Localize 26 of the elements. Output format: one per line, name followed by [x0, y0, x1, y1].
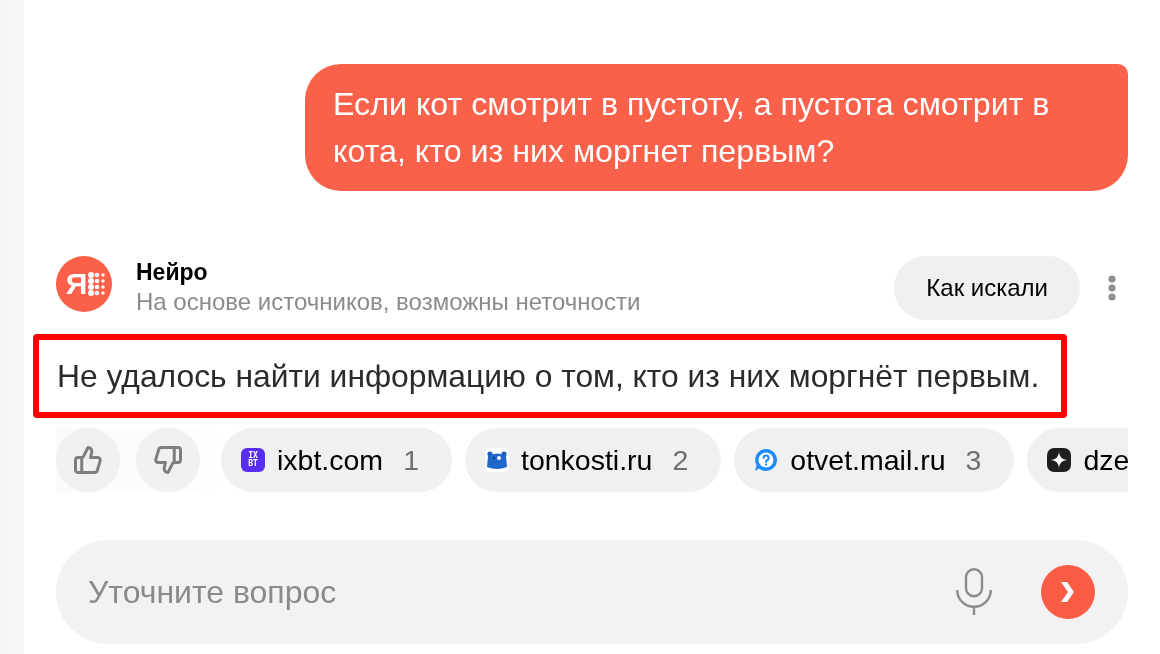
source-chip[interactable]: tonkosti.ru 2 — [465, 428, 722, 492]
source-chip[interactable]: otvet.mail.ru 3 — [734, 428, 1015, 492]
more-button[interactable] — [1106, 272, 1118, 304]
sparkle-icon — [1047, 448, 1072, 472]
question-field[interactable]: Уточните вопрос — [56, 540, 1128, 644]
bear-icon — [485, 448, 509, 472]
logo-letter: Я — [65, 269, 88, 299]
how-searched-button[interactable]: Как искали — [894, 256, 1080, 320]
microphone-icon — [956, 568, 992, 616]
thumbs-down-icon — [153, 445, 183, 475]
like-button[interactable] — [56, 428, 120, 492]
site-logo: IX BT — [241, 448, 265, 472]
user-message: Если кот смотрит в пустоту, а пустота смотрит в кота, кто из них моргнет первым? — [305, 64, 1128, 191]
author-name: Нейро — [136, 258, 209, 286]
send-button[interactable] — [1041, 565, 1095, 619]
source-chip[interactable]: dze — [1027, 428, 1128, 492]
chevron-icon — [1059, 581, 1077, 603]
disclaimer-text: На основе источников, возможны неточности — [136, 288, 641, 316]
answer-text: Не удалось найти информацию о том, кто из них моргнёт первым. — [57, 357, 1040, 395]
dots-icon — [88, 272, 107, 296]
thumbs-up-icon — [73, 445, 103, 475]
mic-button[interactable] — [956, 568, 992, 616]
question-bubble-icon — [754, 448, 779, 472]
source-chip[interactable]: IX BT ixbt.com 1 — [221, 428, 452, 492]
question-input[interactable]: Уточните вопрос — [88, 573, 932, 611]
more-icon — [1108, 275, 1116, 301]
